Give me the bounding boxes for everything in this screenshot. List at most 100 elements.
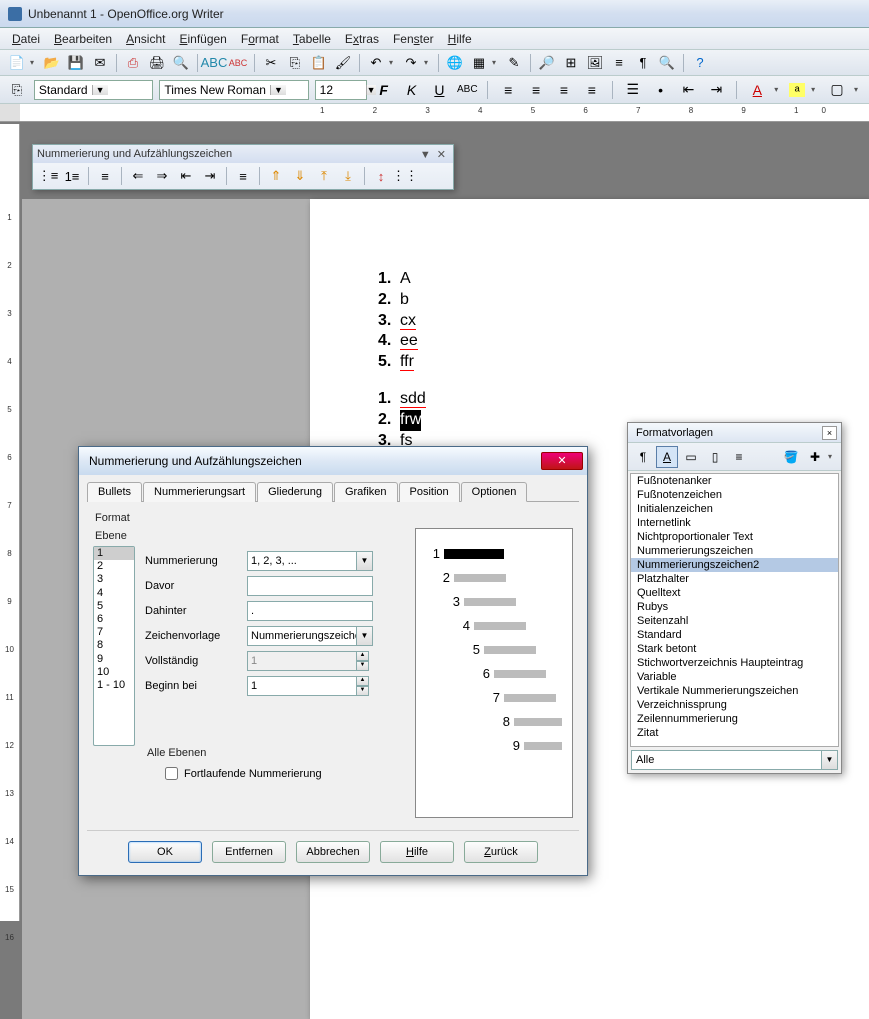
align-justify-icon[interactable]: ≡: [581, 79, 603, 101]
bullets-off-icon[interactable]: ⋮≡: [37, 165, 59, 187]
new-style-icon[interactable]: ✚: [804, 446, 826, 468]
align-center-icon[interactable]: ≡: [525, 79, 547, 101]
menu-datei[interactable]: Datei: [6, 30, 46, 48]
open-icon[interactable]: 📂: [41, 52, 63, 74]
paragraph-styles-icon[interactable]: ¶: [632, 446, 654, 468]
style-item[interactable]: Nummerierungszeichen2: [631, 558, 838, 572]
spin-down-icon[interactable]: ▼: [357, 686, 369, 696]
move-down-icon[interactable]: ⇓: [289, 165, 311, 187]
font-name-combo[interactable]: Times New Roman▼: [159, 80, 308, 100]
tab-bullets[interactable]: Bullets: [87, 482, 142, 502]
font-size-combo[interactable]: 12▼: [315, 80, 367, 100]
find-icon[interactable]: 🔎: [536, 52, 558, 74]
menu-format[interactable]: Format: [235, 30, 285, 48]
nonprint-icon[interactable]: ¶: [632, 52, 654, 74]
page-styles-icon[interactable]: ▯: [704, 446, 726, 468]
navigator-icon[interactable]: ⊞: [560, 52, 582, 74]
list-item[interactable]: 2.b: [378, 290, 802, 311]
zoom-icon[interactable]: 🔍: [656, 52, 678, 74]
dropdown-arrow-icon[interactable]: ▼: [357, 626, 373, 646]
float-toolbar-dropdown[interactable]: ▼: [417, 149, 434, 161]
new-icon[interactable]: 📄: [6, 52, 28, 74]
formatpaint-icon[interactable]: 🖌: [332, 52, 354, 74]
style-item[interactable]: Variable: [631, 670, 838, 684]
ok-button[interactable]: OK: [128, 841, 202, 863]
nummerierung-select[interactable]: 1, 2, 3, ...: [247, 551, 357, 571]
menu-hilfe[interactable]: Hilfe: [442, 30, 478, 48]
tab-optionen[interactable]: Optionen: [461, 482, 528, 502]
datasource-icon[interactable]: ≡: [608, 52, 630, 74]
style-item[interactable]: Stichwortverzeichnis Haupteintrag: [631, 656, 838, 670]
paste-icon[interactable]: 📋: [308, 52, 330, 74]
table-icon[interactable]: ▦: [468, 52, 490, 74]
fortlaufend-checkbox[interactable]: [165, 767, 178, 780]
dropdown-arrow-icon[interactable]: ▼: [822, 750, 838, 770]
subtab-left-icon[interactable]: ⇤: [175, 165, 197, 187]
tab-position[interactable]: Position: [399, 482, 460, 502]
subtab-right-icon[interactable]: ⇥: [199, 165, 221, 187]
list-item[interactable]: 5.ffr: [378, 352, 802, 373]
spellcheck-icon[interactable]: ABC: [203, 52, 225, 74]
bold-icon[interactable]: F: [373, 79, 395, 101]
font-color-icon[interactable]: A: [746, 79, 768, 101]
preview-icon[interactable]: 🔍: [170, 52, 192, 74]
spin-up-icon[interactable]: ▲: [357, 676, 369, 686]
style-item[interactable]: Initialenzeichen: [631, 502, 838, 516]
italic-icon[interactable]: K: [401, 79, 423, 101]
style-item[interactable]: Platzhalter: [631, 572, 838, 586]
tab-nummerierungsart[interactable]: Nummerierungsart: [143, 482, 256, 502]
bullet-list-icon[interactable]: •: [650, 79, 672, 101]
style-item[interactable]: Zitat: [631, 726, 838, 740]
style-item[interactable]: Nichtproportionaler Text: [631, 530, 838, 544]
style-item[interactable]: Seitenzahl: [631, 614, 838, 628]
style-item[interactable]: Internetlink: [631, 516, 838, 530]
gallery-icon[interactable]: 🖼: [584, 52, 606, 74]
style-item[interactable]: Zeilennummerierung: [631, 712, 838, 726]
menu-extras[interactable]: Extras: [339, 30, 385, 48]
zeichenvorlage-select[interactable]: Nummerierungszeichen: [247, 626, 357, 646]
tab-left-icon[interactable]: ⇐: [127, 165, 149, 187]
menu-tabelle[interactable]: Tabelle: [287, 30, 337, 48]
pdf-icon[interactable]: ⎙: [122, 52, 144, 74]
move-up-icon[interactable]: ⇑: [265, 165, 287, 187]
autospell-icon[interactable]: ABC: [227, 52, 249, 74]
styles-filter-combo[interactable]: Alle ▼: [631, 750, 838, 770]
dialog-close-button[interactable]: ✕: [541, 452, 583, 470]
spin-down-icon[interactable]: ▼: [357, 661, 369, 671]
character-styles-icon[interactable]: A: [656, 446, 678, 468]
frame-styles-icon[interactable]: ▭: [680, 446, 702, 468]
style-item[interactable]: Fußnotenzeichen: [631, 488, 838, 502]
demote-icon[interactable]: ≡: [94, 165, 116, 187]
underline-icon[interactable]: U: [428, 79, 450, 101]
list-item[interactable]: 1.A: [378, 269, 802, 290]
tab-grafiken[interactable]: Grafiken: [334, 482, 398, 502]
align-right-icon[interactable]: ≡: [553, 79, 575, 101]
print-icon[interactable]: 🖨: [146, 52, 168, 74]
menu-bearbeiten[interactable]: Bearbeiten: [48, 30, 118, 48]
styles-close-button[interactable]: ×: [822, 426, 837, 440]
hyperlink-icon[interactable]: 🌐: [444, 52, 466, 74]
numbered-list-icon[interactable]: ☰: [622, 79, 644, 101]
draw-icon[interactable]: ✎: [503, 52, 525, 74]
style-item[interactable]: Fußnotenanker: [631, 474, 838, 488]
horizontal-ruler[interactable]: 1 2 3 4 5 6 7 8 9 10 11 12: [0, 104, 869, 122]
level-list[interactable]: 123456789101 - 10: [93, 546, 135, 746]
bullets-dialog-icon[interactable]: ⋮⋮: [394, 165, 416, 187]
list-styles-icon[interactable]: ≡: [728, 446, 750, 468]
list-item[interactable]: 1.sdd: [378, 389, 802, 410]
dialog-titlebar[interactable]: Nummerierung und Aufzählungszeichen ✕: [79, 447, 587, 475]
menu-fenster[interactable]: Fenster: [387, 30, 440, 48]
style-item[interactable]: Rubys: [631, 600, 838, 614]
numbering-off-icon[interactable]: 1≡: [61, 165, 83, 187]
move-sub-up-icon[interactable]: ⤒: [313, 165, 335, 187]
beginn-input[interactable]: [247, 676, 357, 696]
no-number-icon[interactable]: ≡: [232, 165, 254, 187]
cut-icon[interactable]: ✂: [260, 52, 282, 74]
indent-inc-icon[interactable]: ⇥: [705, 79, 727, 101]
align-left-icon[interactable]: ≡: [497, 79, 519, 101]
styles-icon[interactable]: ⎘: [6, 79, 28, 101]
fill-format-icon[interactable]: 🪣: [780, 446, 802, 468]
style-item[interactable]: Stark betont: [631, 642, 838, 656]
save-icon[interactable]: 💾: [65, 52, 87, 74]
dropdown-arrow-icon[interactable]: ▼: [357, 551, 373, 571]
